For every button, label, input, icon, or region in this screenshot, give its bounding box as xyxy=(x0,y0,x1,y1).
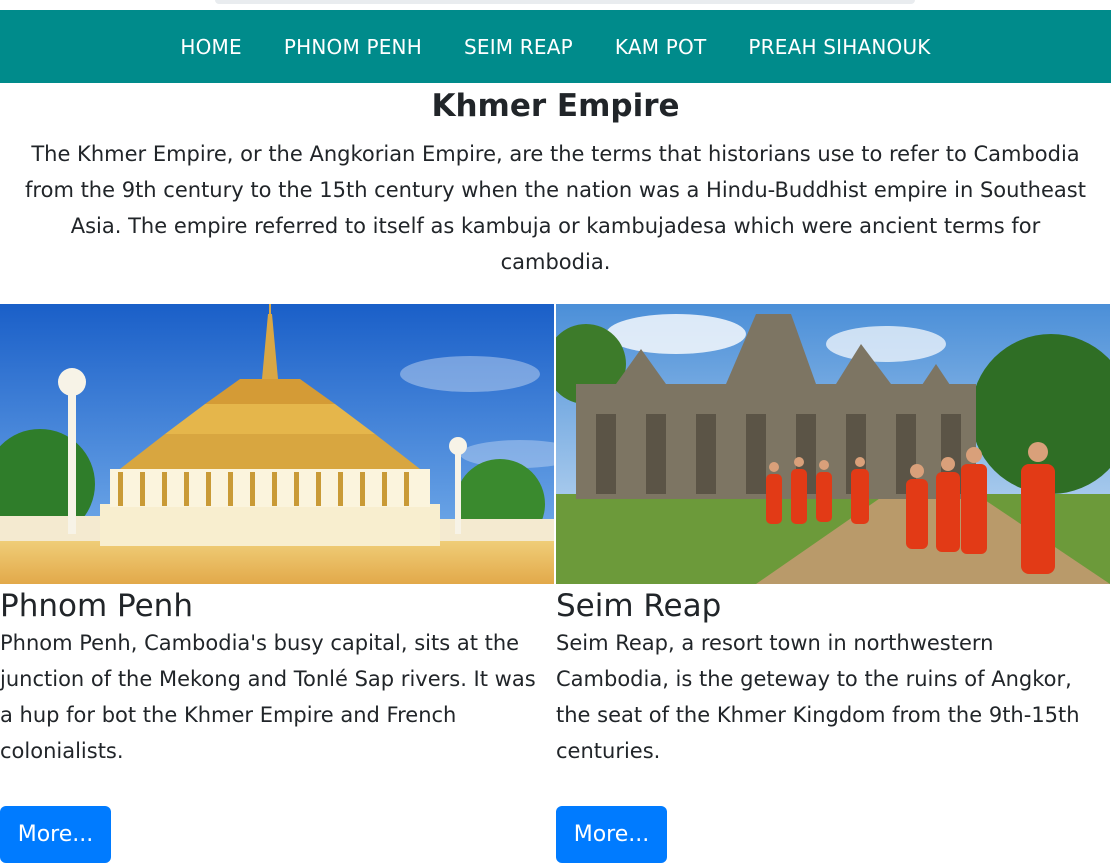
nav-preah-sihanouk[interactable]: PREAH SIHANOUK xyxy=(727,35,951,59)
more-button[interactable]: More... xyxy=(556,806,667,863)
scroll-pill xyxy=(215,0,915,4)
card-text: Seim Reap, a resort town in northwestern… xyxy=(556,631,1080,763)
angkor-temple-image xyxy=(556,304,1110,584)
card-text: Phnom Penh, Cambodia's busy capital, sit… xyxy=(0,631,536,763)
navbar: HOME PHNOM PENH SEIM REAP KAM POT PREAH … xyxy=(0,10,1111,83)
nav-seim-reap[interactable]: SEIM REAP xyxy=(443,35,594,59)
nav-home[interactable]: HOME xyxy=(159,35,262,59)
angkor-temple-illustration xyxy=(556,304,1110,584)
royal-palace-illustration xyxy=(0,304,554,584)
cards-section: Phnom Penh Phnom Penh, Cambodia's busy c… xyxy=(0,304,1111,867)
card-title: Phnom Penh xyxy=(0,588,193,624)
royal-palace-image xyxy=(0,304,554,584)
browser-top-strip xyxy=(0,0,1111,10)
page-title: Khmer Empire xyxy=(431,88,680,124)
nav-phnom-penh[interactable]: PHNOM PENH xyxy=(263,35,443,59)
card-title: Seim Reap xyxy=(556,588,722,624)
intro-section: Khmer Empire The Khmer Empire, or the An… xyxy=(0,83,1111,280)
nav-kam-pot[interactable]: KAM POT xyxy=(594,35,727,59)
intro-text: The Khmer Empire, or the Angkorian Empir… xyxy=(25,142,1086,274)
card-phnom-penh: Phnom Penh Phnom Penh, Cambodia's busy c… xyxy=(0,304,554,867)
more-button[interactable]: More... xyxy=(0,806,111,863)
card-seim-reap: Seim Reap Seim Reap, a resort town in no… xyxy=(556,304,1110,867)
